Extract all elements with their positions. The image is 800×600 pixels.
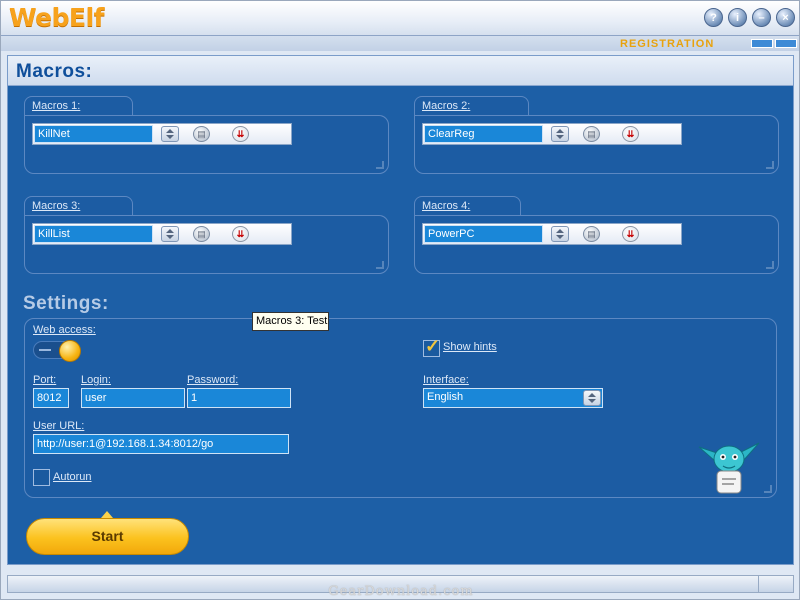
macro-2-row: ▤ ⇊	[422, 123, 682, 145]
password-label: Password:	[187, 374, 239, 386]
macro-1-stepper[interactable]	[161, 126, 179, 142]
macro-2-group: ▤ ⇊	[414, 115, 779, 174]
macro-3-stepper[interactable]	[161, 226, 179, 242]
start-button[interactable]: Start	[26, 518, 189, 555]
macro-1-delete-icon[interactable]: ▤	[193, 126, 210, 142]
resize-grip-icon	[376, 261, 384, 269]
macro-3-tooltip: Macros 3: Test	[252, 312, 329, 331]
macro-2-run-icon[interactable]: ⇊	[622, 126, 639, 142]
title-bar[interactable]: WebElf ? i – ×	[1, 1, 799, 35]
macro-1-label[interactable]: Macros 1:	[32, 100, 80, 112]
autorun-label[interactable]: Autorun	[53, 471, 92, 483]
macro-3-group: ▤ ⇊	[24, 215, 389, 274]
show-hints-checkbox[interactable]: ✓	[423, 336, 440, 357]
macro-4-run-icon[interactable]: ⇊	[622, 226, 639, 242]
macro-4-group: ▤ ⇊	[414, 215, 779, 274]
macro-1-run-icon[interactable]: ⇊	[232, 126, 249, 142]
macro-3-label[interactable]: Macros 3:	[32, 200, 80, 212]
macro-3-row: ▤ ⇊	[32, 223, 292, 245]
interface-label: Interface:	[423, 374, 469, 386]
indicator-bar-2	[775, 39, 797, 48]
interface-value: English	[427, 391, 464, 403]
resize-grip-icon	[376, 161, 384, 169]
macro-2-delete-icon[interactable]: ▤	[583, 126, 600, 142]
settings-heading: Settings:	[23, 293, 109, 314]
app-title: WebElf	[9, 3, 105, 32]
resize-grip-icon	[764, 485, 772, 493]
login-field[interactable]	[81, 388, 185, 408]
macro-4-label[interactable]: Macros 4:	[422, 200, 470, 212]
macro-2-stepper[interactable]	[551, 126, 569, 142]
macros-header: Macros:	[8, 56, 793, 86]
macro-1-input[interactable]	[34, 125, 153, 143]
macro-4-delete-icon[interactable]: ▤	[583, 226, 600, 242]
resize-grip-icon	[766, 261, 774, 269]
watermark: GearDownload.com	[328, 584, 474, 599]
macro-2-input[interactable]	[424, 125, 543, 143]
macro-4-row: ▤ ⇊	[422, 223, 682, 245]
macro-2-label[interactable]: Macros 2:	[422, 100, 470, 112]
macro-1-group: ▤ ⇊	[24, 115, 389, 174]
macro-4-tab: Macros 4:	[414, 196, 521, 216]
macro-4-stepper[interactable]	[551, 226, 569, 242]
macro-3-run-icon[interactable]: ⇊	[232, 226, 249, 242]
checkmark-icon: ✓	[425, 336, 441, 356]
elf-mascot-icon	[698, 442, 760, 494]
port-field[interactable]	[33, 388, 69, 408]
toggle-knob-icon[interactable]	[59, 340, 81, 362]
macro-1-tab: Macros 1:	[24, 96, 133, 116]
autorun-checkbox[interactable]	[33, 469, 50, 486]
macro-3-tab: Macros 3:	[24, 196, 133, 216]
app-window: WebElf ? i – × REGISTRATION Macros: Macr…	[0, 0, 800, 600]
macro-3-input[interactable]	[34, 225, 153, 243]
settings-group: Web access: Port: Login: Password: User …	[24, 318, 777, 498]
help-button[interactable]: ?	[704, 8, 723, 27]
close-button[interactable]: ×	[776, 8, 795, 27]
chevron-down-icon[interactable]	[583, 390, 601, 406]
port-label: Port:	[33, 374, 57, 386]
main-panel: Macros: Macros 1: ▤ ⇊ Macros 2: ▤ ⇊	[7, 55, 794, 565]
show-hints-label[interactable]: Show hints	[443, 341, 497, 353]
resize-grip-icon	[766, 161, 774, 169]
macro-2-tab: Macros 2:	[414, 96, 529, 116]
macro-3-delete-icon[interactable]: ▤	[193, 226, 210, 242]
macro-1-row: ▤ ⇊	[32, 123, 292, 145]
interface-select[interactable]: English	[423, 388, 603, 408]
indicator-bar-1	[751, 39, 773, 48]
login-label: Login:	[81, 374, 111, 386]
registration-bar: REGISTRATION	[1, 35, 799, 51]
password-field[interactable]	[187, 388, 291, 408]
registration-link[interactable]: REGISTRATION	[620, 38, 714, 50]
user-url-label: User URL:	[33, 420, 85, 432]
web-access-label: Web access:	[33, 324, 96, 336]
user-url-field[interactable]	[33, 434, 289, 454]
start-notch-icon	[101, 511, 113, 518]
macros-heading: Macros:	[16, 61, 93, 82]
minimize-button[interactable]: –	[752, 8, 771, 27]
info-button[interactable]: i	[728, 8, 747, 27]
macro-4-input[interactable]	[424, 225, 543, 243]
